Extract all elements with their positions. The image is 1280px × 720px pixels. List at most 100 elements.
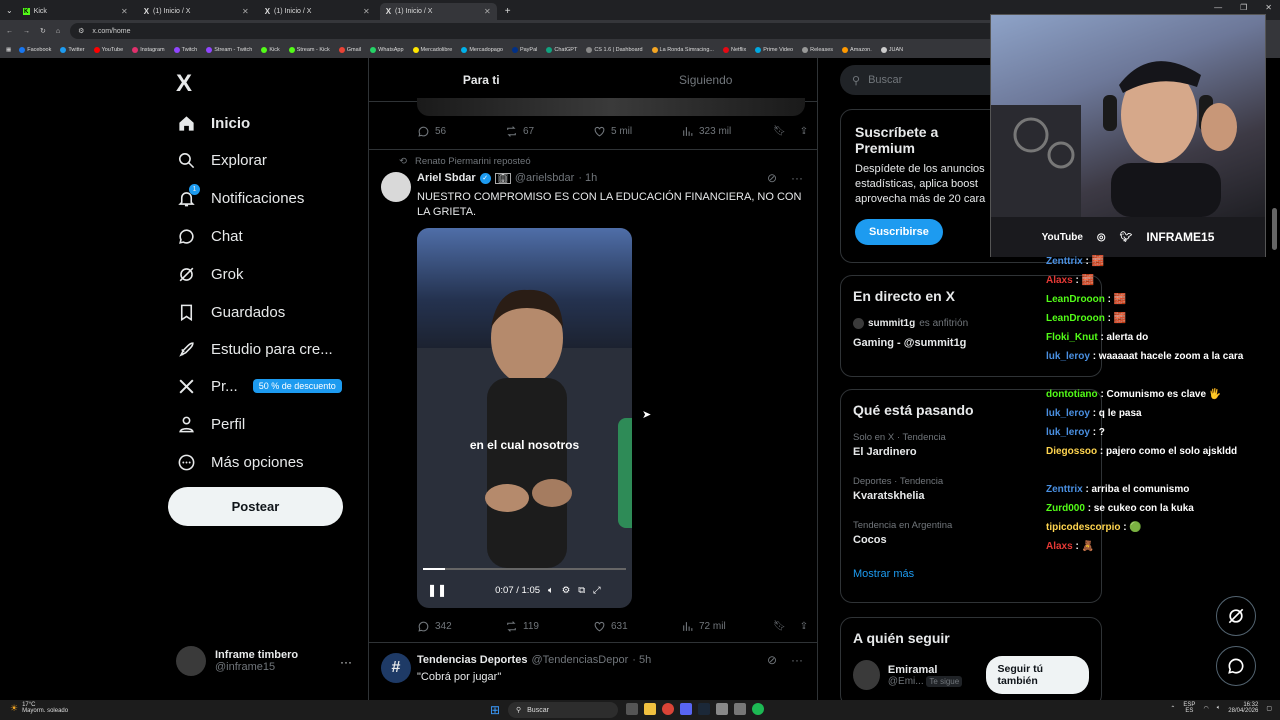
nav-item-explorar[interactable]: Explorar	[176, 148, 267, 172]
bookmark-item[interactable]: Releases	[802, 47, 833, 53]
back-icon[interactable]: ←	[6, 28, 13, 35]
forward-icon[interactable]: →	[23, 28, 30, 35]
messages-fab[interactable]	[1216, 646, 1256, 686]
video-progress-bar[interactable]	[423, 568, 626, 570]
follow-suggestion[interactable]: Emiramal @Emi... Te sigue Seguir tú tamb…	[853, 656, 1089, 694]
url-input[interactable]: ⚙ x.com/home	[70, 23, 1031, 39]
bookmark-item[interactable]: JUAN	[880, 47, 903, 53]
reply-button[interactable]: 342	[417, 620, 505, 633]
bookmark-item[interactable]: ChatGPT	[546, 47, 577, 53]
more-icon[interactable]: ···	[791, 653, 803, 667]
bookmark-item[interactable]: Twitter	[60, 47, 85, 53]
scrollbar[interactable]	[1272, 208, 1277, 250]
post-button[interactable]: Postear	[168, 487, 343, 526]
repost-button[interactable]: 67	[505, 125, 593, 138]
close-tab-icon[interactable]: ✕	[484, 7, 491, 16]
pip-icon[interactable]: ⧉	[578, 585, 585, 596]
close-tab-icon[interactable]: ✕	[121, 7, 128, 16]
reload-icon[interactable]: ↻	[40, 27, 46, 35]
nav-item-más-opciones[interactable]: Más opciones	[176, 450, 304, 474]
tab-search-icon[interactable]: ⌄	[6, 6, 13, 15]
author-name[interactable]: Ariel Sbdar	[417, 172, 476, 184]
start-icon[interactable]: ⊞	[490, 703, 500, 717]
author-handle[interactable]: @TendenciasDepor	[531, 654, 628, 666]
nav-item-grok[interactable]: Grok	[176, 262, 244, 286]
bookmark-item[interactable]: WhatsApp	[370, 47, 404, 53]
account-switcher[interactable]: Inframe timbero @inframe15	[176, 646, 356, 676]
nav-item-chat[interactable]: Chat	[176, 224, 243, 248]
previous-post-media[interactable]	[417, 98, 805, 116]
browser-tab-x-1[interactable]: X (1) Inicio / X ✕	[138, 3, 255, 20]
tab-para-ti[interactable]: Para ti	[369, 58, 594, 101]
repost-button[interactable]: 119	[505, 620, 593, 633]
minimize-icon[interactable]: —	[1214, 3, 1222, 12]
author-handle[interactable]: @arielsbdar	[515, 172, 574, 184]
nav-item-notificaciones[interactable]: 1 Notificaciones	[176, 184, 304, 210]
bookmark-item[interactable]: Stream - Twitch	[206, 47, 252, 53]
nav-item-perfil[interactable]: Perfil	[176, 412, 245, 436]
discord-icon[interactable]	[680, 703, 692, 715]
video-player[interactable]: en el cual nosotros ❚❚ 0:07 / 1:05 🔈︎ ⚙ …	[417, 228, 632, 608]
bookmark-icon[interactable]: 🔖︎	[773, 126, 786, 137]
bookmark-item[interactable]: Mercadolibre	[412, 47, 452, 53]
tab-siguiendo[interactable]: Siguiendo	[594, 58, 819, 101]
views-button[interactable]: 323 mil	[681, 125, 769, 138]
bookmark-item[interactable]: Prime Video	[755, 47, 793, 53]
tweet-time[interactable]: · 5h	[632, 654, 651, 666]
bookmark-item[interactable]: Mercadopago	[461, 47, 503, 53]
bookmark-item[interactable]: Gmail	[338, 47, 361, 53]
bookmark-item[interactable]: Instagram	[132, 47, 165, 53]
notifications-icon[interactable]: ▢	[1266, 705, 1272, 712]
x-logo-icon[interactable]: X	[176, 70, 192, 98]
file-explorer-icon[interactable]	[644, 703, 656, 715]
grok-icon[interactable]: ⊘	[767, 171, 777, 185]
pause-icon[interactable]: ❚❚	[427, 583, 447, 597]
home-browser-icon[interactable]: ⌂	[56, 28, 60, 35]
grok-icon[interactable]: ⊘	[767, 653, 777, 667]
share-icon[interactable]: ⇪	[800, 126, 808, 137]
spotify-icon[interactable]	[752, 703, 764, 715]
subscribe-button[interactable]: Suscribirse	[855, 219, 943, 245]
share-icon[interactable]: ⇪	[800, 621, 808, 632]
bookmark-item[interactable]: Netflix	[722, 47, 746, 53]
avatar[interactable]	[381, 172, 411, 202]
repost-by-text[interactable]: Renato Piermarini reposteó	[415, 156, 531, 167]
bookmark-icon[interactable]: 🔖︎	[773, 621, 786, 632]
bookmark-item[interactable]: CS 1.6 | Dashboard	[586, 47, 643, 53]
browser-tab-kick[interactable]: K Kick ✕	[17, 3, 134, 20]
volume-icon[interactable]: 🔈︎	[1217, 705, 1221, 712]
browser-tab-x-2[interactable]: X (1) Inicio / X ✕	[259, 3, 376, 20]
weather-widget[interactable]: ☀ 17°C Mayorm. soleado	[10, 702, 68, 714]
bookmark-item[interactable]: Twitch	[173, 47, 197, 53]
account-more-icon[interactable]: ···	[340, 655, 352, 669]
bookmark-item[interactable]: Stream - Kick	[288, 47, 330, 53]
app-icon[interactable]	[734, 703, 746, 715]
fullscreen-icon[interactable]: ⤢	[593, 585, 601, 596]
volume-icon[interactable]: 🔈︎	[548, 585, 554, 596]
bookmark-item[interactable]: Kick	[261, 47, 280, 53]
nav-item-guardados[interactable]: Guardados	[176, 300, 285, 324]
apps-icon[interactable]: ▦	[6, 47, 11, 53]
like-button[interactable]: 631	[593, 620, 681, 633]
more-icon[interactable]: ···	[791, 171, 803, 185]
bookmark-item[interactable]: YouTube	[93, 47, 123, 53]
close-window-icon[interactable]: ✕	[1265, 3, 1272, 12]
maximize-icon[interactable]: ❐	[1240, 3, 1247, 12]
taskbar-search[interactable]: ⚲ Buscar	[508, 702, 618, 718]
close-tab-icon[interactable]: ✕	[363, 7, 370, 16]
next-tweet-avatar[interactable]: #	[381, 653, 411, 683]
nav-item-pr[interactable]: Pr... 50 % de descuento	[176, 374, 342, 398]
bookmark-item[interactable]: PayPal	[511, 47, 537, 53]
like-button[interactable]: 5 mil	[593, 125, 681, 138]
new-tab-icon[interactable]: +	[505, 3, 511, 20]
app-icon[interactable]	[716, 703, 728, 715]
nav-item-inicio[interactable]: Inicio	[176, 111, 250, 135]
follow-back-button[interactable]: Seguir tú también	[985, 656, 1089, 694]
chrome-icon[interactable]	[662, 703, 674, 715]
reply-button[interactable]: 56	[417, 125, 505, 138]
site-info-icon[interactable]: ⚙	[78, 27, 84, 35]
show-more-link[interactable]: Mostrar más	[853, 568, 1089, 580]
steam-icon[interactable]	[698, 703, 710, 715]
browser-tab-x-3[interactable]: X (1) Inicio / X ✕	[379, 3, 497, 20]
tweet-time[interactable]: · 1h	[578, 172, 597, 184]
